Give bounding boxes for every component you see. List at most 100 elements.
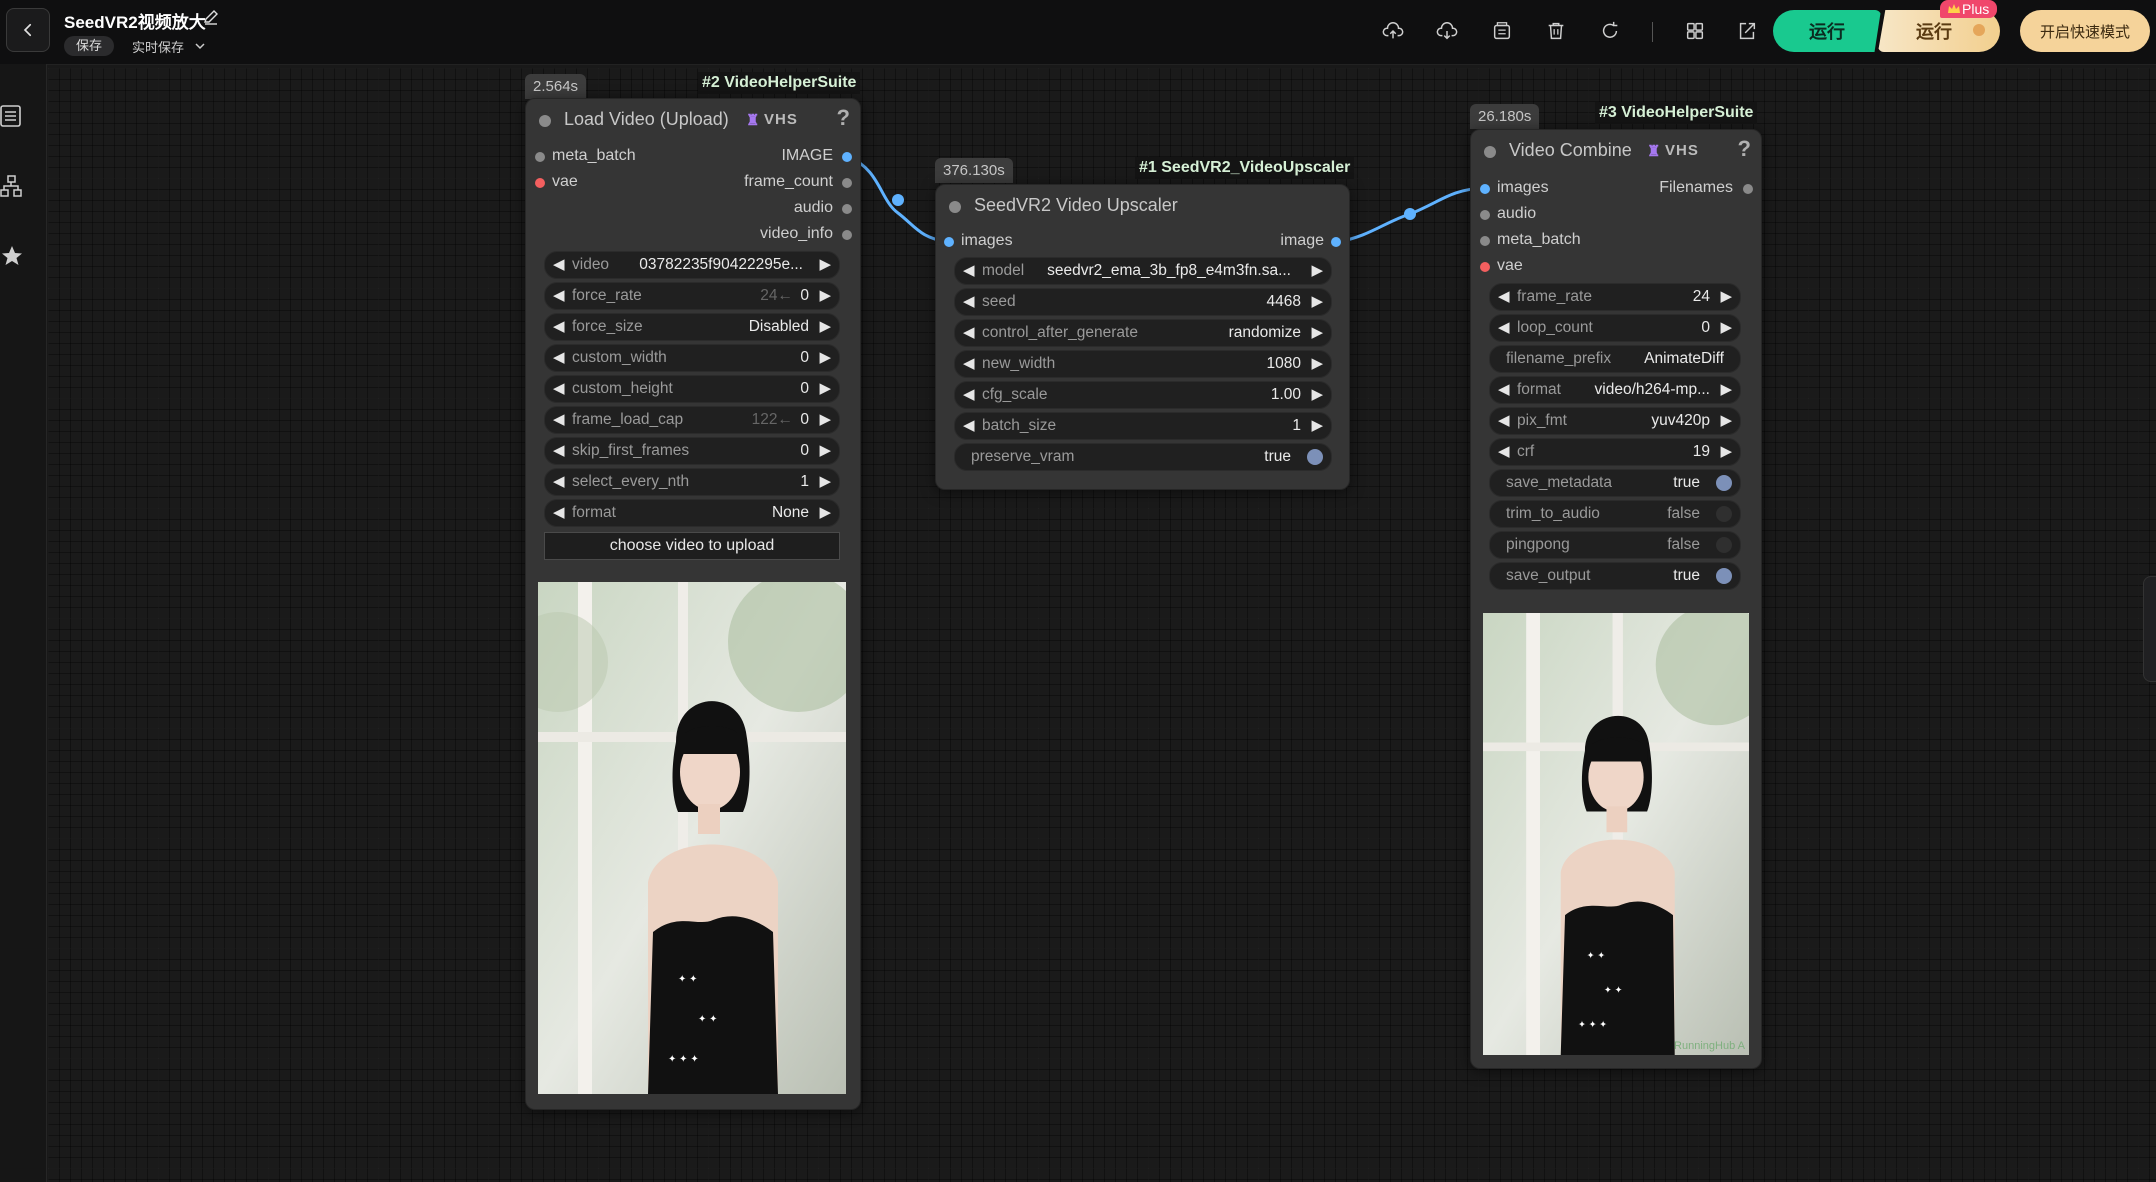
decrement-arrow-icon[interactable]: ◀ (1498, 318, 1510, 336)
increment-arrow-icon[interactable]: ▶ (819, 503, 831, 521)
widget-new-width[interactable]: ◀ new_width 1080 ▶ (954, 350, 1332, 378)
decrement-arrow-icon[interactable]: ◀ (553, 348, 565, 366)
increment-arrow-icon[interactable]: ▶ (819, 255, 831, 273)
increment-arrow-icon[interactable]: ▶ (1311, 323, 1323, 341)
input-socket[interactable] (1480, 262, 1490, 272)
widget-pix-fmt[interactable]: ◀ pix_fmt yuv420p ▶ (1489, 407, 1741, 435)
refresh-icon[interactable] (1599, 20, 1621, 42)
toggle-trim-to-audio[interactable]: trim_to_audio false (1489, 500, 1741, 528)
video-combine-node[interactable]: Video Combine ♜ VHS ? images audio meta_… (1470, 129, 1762, 1069)
increment-arrow-icon[interactable]: ▶ (1311, 354, 1323, 372)
increment-arrow-icon[interactable]: ▶ (1720, 411, 1732, 429)
output-socket[interactable] (842, 204, 852, 214)
decrement-arrow-icon[interactable]: ◀ (553, 410, 565, 428)
widget-loop-count[interactable]: ◀ loop_count 0 ▶ (1489, 314, 1741, 342)
widget-custom-width[interactable]: ◀ custom_width 0 ▶ (544, 344, 840, 372)
decrement-arrow-icon[interactable]: ◀ (1498, 442, 1510, 460)
input-socket[interactable] (535, 178, 545, 188)
increment-arrow-icon[interactable]: ▶ (819, 348, 831, 366)
widget-crf[interactable]: ◀ crf 19 ▶ (1489, 438, 1741, 466)
output-socket[interactable] (842, 230, 852, 240)
help-icon[interactable]: ? (1738, 136, 1751, 162)
decrement-arrow-icon[interactable]: ◀ (1498, 411, 1510, 429)
input-socket[interactable] (535, 152, 545, 162)
list-icon[interactable] (0, 104, 24, 128)
back-button[interactable] (6, 8, 50, 52)
toggle-preserve-vram[interactable]: preserve_vram true (954, 443, 1332, 471)
decrement-arrow-icon[interactable]: ◀ (1498, 287, 1510, 305)
choose-video-button[interactable]: choose video to upload (544, 532, 840, 560)
upload-icon[interactable] (1382, 20, 1404, 42)
decrement-arrow-icon[interactable]: ◀ (1498, 380, 1510, 398)
widget-skip-first-frames[interactable]: ◀ skip_first_frames 0 ▶ (544, 437, 840, 465)
right-panel-tab[interactable] (2143, 576, 2156, 682)
node-header[interactable]: SeedVR2 Video Upscaler (936, 185, 1349, 225)
grid-icon[interactable] (1684, 20, 1706, 42)
collapse-dot[interactable] (539, 115, 551, 127)
run-button[interactable]: 运行 (1773, 10, 1881, 52)
widget-custom-height[interactable]: ◀ custom_height 0 ▶ (544, 375, 840, 403)
collapse-dot[interactable] (1484, 146, 1496, 158)
decrement-arrow-icon[interactable]: ◀ (963, 416, 975, 434)
input-socket[interactable] (944, 237, 954, 247)
widget-frame-rate[interactable]: ◀ frame_rate 24 ▶ (1489, 283, 1741, 311)
decrement-arrow-icon[interactable]: ◀ (963, 292, 975, 310)
download-icon[interactable] (1436, 20, 1458, 42)
decrement-arrow-icon[interactable]: ◀ (963, 323, 975, 341)
decrement-arrow-icon[interactable]: ◀ (553, 441, 565, 459)
decrement-arrow-icon[interactable]: ◀ (963, 385, 975, 403)
increment-arrow-icon[interactable]: ▶ (819, 286, 831, 304)
hierarchy-icon[interactable] (0, 174, 24, 198)
decrement-arrow-icon[interactable]: ◀ (963, 261, 975, 279)
increment-arrow-icon[interactable]: ▶ (1720, 442, 1732, 460)
widget-batch-size[interactable]: ◀ batch_size 1 ▶ (954, 412, 1332, 440)
toggle-pingpong[interactable]: pingpong false (1489, 531, 1741, 559)
node-header[interactable]: Load Video (Upload) ♜ VHS ? (526, 99, 860, 139)
toggle-knob[interactable] (1716, 568, 1732, 584)
library-icon[interactable] (1491, 20, 1513, 42)
decrement-arrow-icon[interactable]: ◀ (963, 354, 975, 372)
widget-force-size[interactable]: ◀ force_size Disabled ▶ (544, 313, 840, 341)
widget-force-rate[interactable]: ◀ force_rate 24← 0 ▶ (544, 282, 840, 310)
quick-mode-button[interactable]: 开启快速模式 (2020, 10, 2150, 52)
widget-format[interactable]: ◀ format video/h264-mp... ▶ (1489, 376, 1741, 404)
increment-arrow-icon[interactable]: ▶ (1311, 416, 1323, 434)
widget-frame-load-cap[interactable]: ◀ frame_load_cap 122← 0 ▶ (544, 406, 840, 434)
increment-arrow-icon[interactable]: ▶ (1311, 261, 1323, 279)
toggle-save-metadata[interactable]: save_metadata true (1489, 469, 1741, 497)
save-button[interactable]: 保存 (64, 36, 115, 56)
increment-arrow-icon[interactable]: ▶ (819, 410, 831, 428)
widget-model[interactable]: ◀ model seedvr2_ema_3b_fp8_e4m3fn.sa... … (954, 257, 1332, 285)
toggle-save-output[interactable]: save_output true (1489, 562, 1741, 590)
widget-format[interactable]: ◀ format None ▶ (544, 499, 840, 527)
video-preview[interactable]: ✦ ✦ ✦ ✦ ✦ ✦ ✦ (538, 582, 846, 1094)
toggle-knob[interactable] (1716, 537, 1732, 553)
increment-arrow-icon[interactable]: ▶ (819, 317, 831, 335)
widget-cfg-scale[interactable]: ◀ cfg_scale 1.00 ▶ (954, 381, 1332, 409)
star-icon[interactable] (0, 244, 24, 268)
output-video-preview[interactable]: ✦ ✦ ✦ ✦ ✦ ✦ ✦ RunningHub A (1483, 613, 1749, 1055)
increment-arrow-icon[interactable]: ▶ (819, 379, 831, 397)
edit-icon[interactable] (203, 9, 219, 25)
toggle-knob[interactable] (1716, 506, 1732, 522)
input-socket[interactable] (1480, 236, 1490, 246)
input-socket[interactable] (1480, 184, 1490, 194)
increment-arrow-icon[interactable]: ▶ (1720, 287, 1732, 305)
help-icon[interactable]: ? (837, 105, 850, 131)
increment-arrow-icon[interactable]: ▶ (819, 441, 831, 459)
widget-control-after-generate[interactable]: ◀ control_after_generate randomize ▶ (954, 319, 1332, 347)
node-header[interactable]: Video Combine ♜ VHS ? (1471, 130, 1761, 170)
output-socket[interactable] (842, 178, 852, 188)
decrement-arrow-icon[interactable]: ◀ (553, 317, 565, 335)
output-socket[interactable] (1743, 184, 1753, 194)
load-video-node[interactable]: Load Video (Upload) ♜ VHS ? meta_batch v… (525, 98, 861, 1110)
toggle-knob[interactable] (1307, 449, 1323, 465)
widget-select-every-nth[interactable]: ◀ select_every_nth 1 ▶ (544, 468, 840, 496)
output-socket[interactable] (842, 152, 852, 162)
decrement-arrow-icon[interactable]: ◀ (553, 286, 565, 304)
autosave-dropdown[interactable]: 实时保存 (132, 37, 184, 56)
output-socket[interactable] (1331, 237, 1341, 247)
decrement-arrow-icon[interactable]: ◀ (553, 472, 565, 490)
increment-arrow-icon[interactable]: ▶ (1720, 318, 1732, 336)
decrement-arrow-icon[interactable]: ◀ (553, 503, 565, 521)
